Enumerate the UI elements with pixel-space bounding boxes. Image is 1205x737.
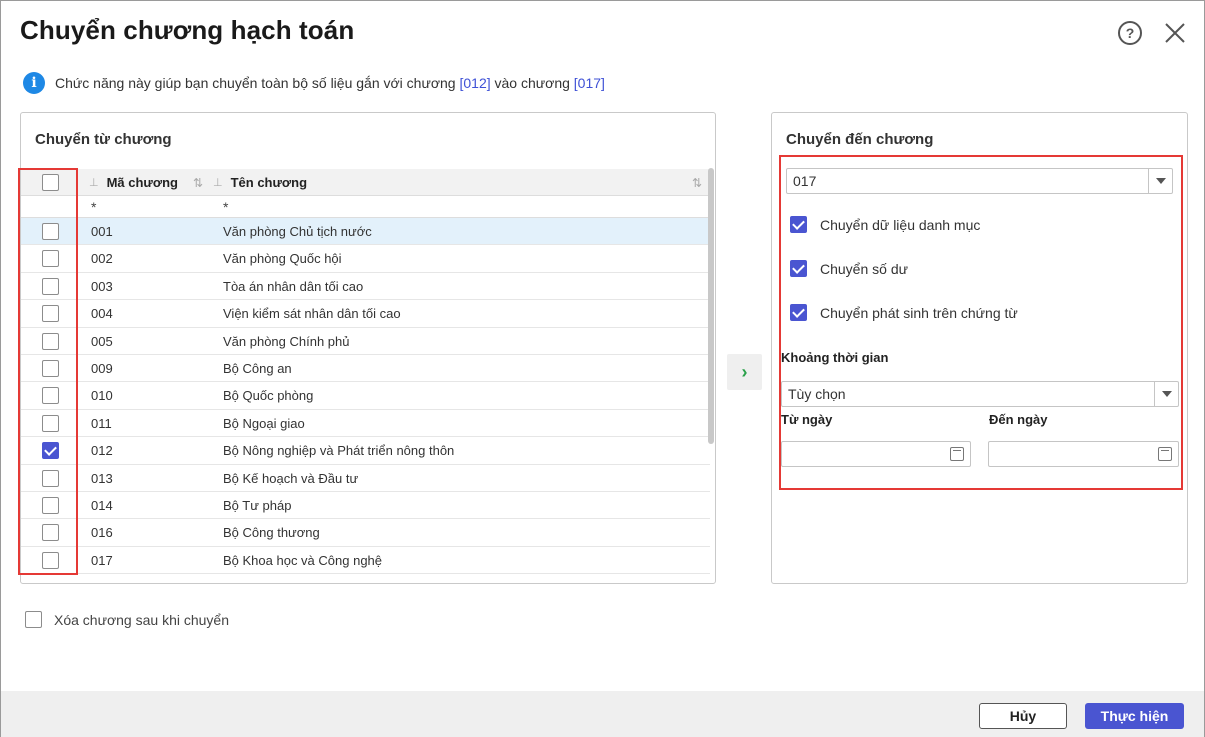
sort-icon[interactable]: ⇅ — [692, 176, 702, 190]
option-transfer-balance[interactable]: Chuyển số dư — [790, 260, 908, 277]
chapter-code-cell: 010 — [91, 388, 113, 404]
period-label: Khoảng thời gian — [781, 350, 889, 365]
from-date-input[interactable] — [781, 441, 971, 467]
delete-after-transfer-option[interactable]: Xóa chương sau khi chuyển — [25, 611, 229, 628]
pin-icon[interactable]: ⊥ — [89, 176, 99, 189]
table-row[interactable]: 011 Bộ Ngoại giao — [21, 410, 710, 438]
info-text-middle: vào chương — [494, 75, 570, 91]
table-row[interactable]: 016 Bộ Công thương — [21, 519, 710, 547]
option-checkbox[interactable] — [790, 216, 807, 233]
target-options-highlight — [779, 155, 1183, 490]
sort-icon[interactable]: ⇅ — [193, 176, 203, 190]
info-from-code: [012] — [459, 75, 491, 91]
info-icon: i — [23, 72, 45, 94]
name-column-label: Tên chương — [230, 175, 308, 190]
chapter-code-cell: 002 — [91, 251, 113, 267]
chapter-code-cell: 016 — [91, 525, 113, 541]
table-row[interactable]: 009 Bộ Công an — [21, 355, 710, 383]
name-filter[interactable]: * — [223, 196, 228, 218]
table-row[interactable]: 014 Bộ Tư pháp — [21, 492, 710, 520]
target-chapter-select[interactable]: 017 — [786, 168, 1173, 194]
execute-button[interactable]: Thực hiện — [1085, 703, 1184, 729]
to-date-input[interactable] — [988, 441, 1179, 467]
grid-header: ⊥ Mã chương ⇅ ⊥ Tên chương ⇅ — [21, 169, 710, 196]
table-row[interactable]: 012 Bộ Nông nghiệp và Phát triển nông thô… — [21, 437, 710, 465]
chapter-name-cell: Bộ Ngoại giao — [223, 415, 305, 431]
info-message: i Chức năng này giúp bạn chuyển toàn bộ … — [23, 72, 605, 94]
chapter-name-cell: Bộ Quốc phòng — [223, 388, 314, 404]
checkbox-column-highlight — [18, 168, 78, 575]
name-column-header[interactable]: ⊥ Tên chương ⇅ — [213, 169, 710, 196]
chapter-code-cell: 017 — [91, 552, 113, 568]
delete-after-checkbox[interactable] — [25, 611, 42, 628]
option-label: Chuyển dữ liệu danh mục — [820, 216, 981, 233]
table-row[interactable]: 010 Bộ Quốc phòng — [21, 382, 710, 410]
table-row[interactable]: 017 Bộ Khoa học và Công nghệ — [21, 547, 710, 575]
close-icon[interactable] — [1163, 21, 1187, 45]
transfer-arrow-button[interactable]: › — [727, 354, 762, 390]
chapter-code-cell: 014 — [91, 498, 113, 513]
option-label: Chuyển phát sinh trên chứng từ — [820, 304, 1018, 321]
option-label: Chuyển số dư — [820, 260, 908, 277]
chapter-name-cell: Tòa án nhân dân tối cao — [223, 278, 364, 294]
chapter-code-cell: 012 — [91, 443, 113, 459]
chapter-name-cell: Văn phòng Chủ tịch nước — [223, 224, 372, 239]
table-row[interactable]: 005 Văn phòng Chính phủ — [21, 328, 710, 355]
chapter-name-cell: Bộ Công thương — [223, 525, 320, 541]
code-column-label: Mã chương — [106, 175, 178, 190]
chapter-name-cell: Văn phòng Quốc hội — [223, 251, 342, 267]
chevron-down-icon[interactable] — [1154, 382, 1178, 406]
table-row[interactable]: 003 Tòa án nhân dân tối cao — [21, 273, 710, 301]
table-row[interactable]: 004 Viện kiểm sát nhân dân tối cao — [21, 300, 710, 328]
option-checkbox[interactable] — [790, 304, 807, 321]
pin-icon[interactable]: ⊥ — [213, 176, 223, 189]
option-checkbox[interactable] — [790, 260, 807, 277]
grid-scrollbar[interactable] — [708, 168, 714, 444]
filter-row: * * — [21, 196, 710, 218]
chapter-name-cell: Bộ Kế hoạch và Đầu tư — [223, 470, 359, 486]
chevron-down-icon[interactable] — [1148, 169, 1172, 193]
from-chapter-panel: Chuyển từ chương ⊥ Mã chương ⇅ ⊥ Tên chư… — [20, 112, 716, 584]
period-value: Tùy chọn — [788, 386, 846, 402]
calendar-icon[interactable] — [1158, 447, 1172, 461]
calendar-icon[interactable] — [950, 447, 964, 461]
chapter-code-cell: 003 — [91, 278, 113, 294]
info-text-prefix: Chức năng này giúp bạn chuyển toàn bộ số… — [55, 75, 456, 91]
chapter-name-cell: Văn phòng Chính phủ — [223, 333, 350, 349]
chapter-code-cell: 011 — [91, 415, 112, 431]
code-filter[interactable]: * — [91, 196, 96, 218]
to-date-label: Đến ngày — [989, 412, 1048, 427]
option-transfer-vouchers[interactable]: Chuyển phát sinh trên chứng từ — [790, 304, 1018, 321]
chapter-name-cell: Bộ Công an — [223, 361, 292, 376]
dialog-title: Chuyển chương hạch toán — [20, 15, 355, 45]
chapter-name-cell: Bộ Khoa học và Công nghệ — [223, 552, 383, 568]
code-column-header[interactable]: ⊥ Mã chương ⇅ — [89, 169, 211, 196]
period-select[interactable]: Tùy chọn — [781, 381, 1179, 407]
table-row[interactable]: 013 Bộ Kế hoạch và Đầu tư — [21, 465, 710, 492]
chapter-code-cell: 009 — [91, 361, 113, 376]
help-icon[interactable]: ? — [1118, 21, 1142, 45]
chapter-name-cell: Viện kiểm sát nhân dân tối cao — [223, 306, 401, 322]
delete-after-label: Xóa chương sau khi chuyển — [54, 611, 229, 628]
to-panel-title: Chuyển đến chương — [786, 131, 934, 148]
chapter-name-cell: Bộ Tư pháp — [223, 498, 292, 513]
chapter-code-cell: 001 — [91, 224, 113, 239]
chapter-name-cell: Bộ Nông nghiệp và Phát triển nông thôn — [223, 443, 455, 459]
chapter-code-cell: 005 — [91, 333, 113, 349]
chapter-code-cell: 013 — [91, 470, 113, 486]
from-date-label: Từ ngày — [781, 412, 833, 427]
target-chapter-value: 017 — [793, 173, 817, 189]
chapter-code-cell: 004 — [91, 306, 113, 322]
transfer-chapter-dialog: Chuyển chương hạch toán ? i Chức năng nà… — [0, 0, 1205, 737]
from-panel-title: Chuyển từ chương — [35, 131, 172, 148]
cancel-button[interactable]: Hủy — [979, 703, 1067, 729]
table-row[interactable]: 002 Văn phòng Quốc hội — [21, 245, 710, 273]
option-transfer-catalog[interactable]: Chuyển dữ liệu danh mục — [790, 216, 980, 233]
info-to-code: [017] — [573, 75, 605, 91]
table-row[interactable]: 001 Văn phòng Chủ tịch nước — [21, 218, 710, 246]
